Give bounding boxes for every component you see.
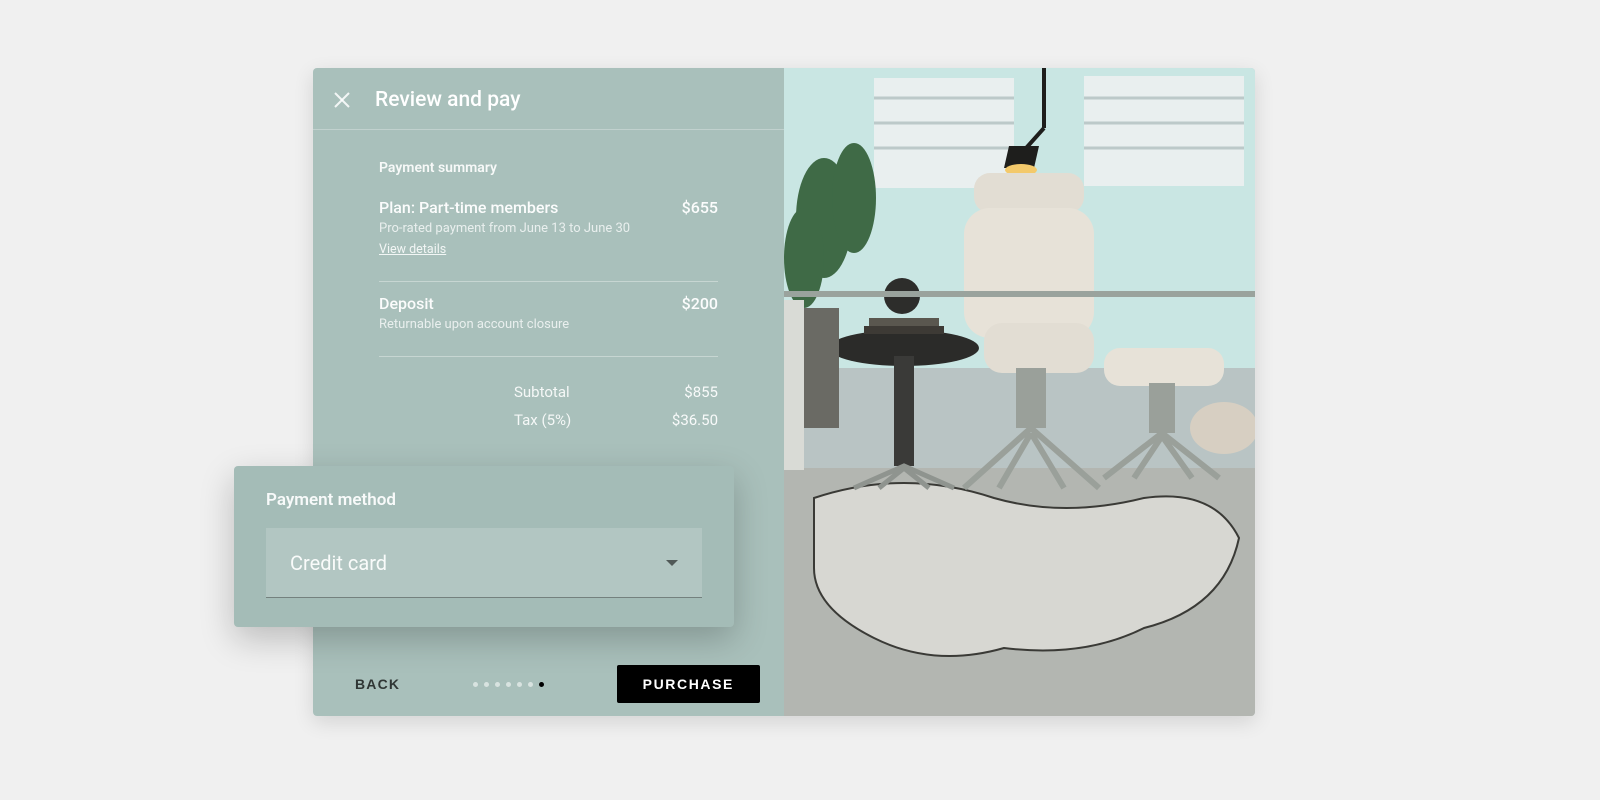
progress-dot-active xyxy=(539,682,544,687)
progress-dot xyxy=(473,682,478,687)
tax-row: Tax (5%) $36.50 xyxy=(379,411,718,429)
progress-dot xyxy=(528,682,533,687)
deposit-amount: $200 xyxy=(682,294,718,313)
plan-sublabel: Pro-rated payment from June 13 to June 3… xyxy=(379,221,718,236)
deposit-label: Deposit xyxy=(379,294,434,313)
payment-method-title: Payment method xyxy=(266,490,702,510)
deposit-sublabel: Returnable upon account closure xyxy=(379,317,718,332)
totals: Subtotal $855 Tax (5%) $36.50 xyxy=(379,369,718,429)
room-scene-image xyxy=(784,68,1255,716)
subtotal-row: Subtotal $855 xyxy=(379,383,718,401)
dialog-title: Review and pay xyxy=(375,88,520,112)
caret-down-icon xyxy=(666,560,678,566)
dialog-footer: BACK PURCHASE xyxy=(313,652,784,716)
divider xyxy=(379,281,718,282)
subtotal-amount: $855 xyxy=(648,383,718,401)
close-icon[interactable] xyxy=(333,91,351,109)
plan-line-item: Plan: Part-time members $655 Pro-rated p… xyxy=(379,198,718,271)
section-label: Payment summary xyxy=(379,160,718,176)
back-button[interactable]: BACK xyxy=(355,676,400,692)
view-details-link[interactable]: View details xyxy=(379,242,446,257)
payment-method-select[interactable]: Credit card xyxy=(266,528,702,598)
payment-method-card: Payment method Credit card xyxy=(234,466,734,627)
progress-dot xyxy=(506,682,511,687)
purchase-button[interactable]: PURCHASE xyxy=(617,665,760,703)
deposit-line-item: Deposit $200 Returnable upon account clo… xyxy=(379,294,718,346)
hero-image xyxy=(784,68,1255,716)
tax-amount: $36.50 xyxy=(648,411,718,429)
progress-dot xyxy=(517,682,522,687)
dialog-header: Review and pay xyxy=(313,68,784,130)
tax-label: Tax (5%) xyxy=(514,411,594,429)
subtotal-label: Subtotal xyxy=(514,383,594,401)
progress-dot xyxy=(495,682,500,687)
plan-amount: $655 xyxy=(682,198,718,217)
plan-label: Plan: Part-time members xyxy=(379,198,558,217)
progress-dots xyxy=(473,682,544,687)
divider xyxy=(379,356,718,357)
payment-method-selected: Credit card xyxy=(290,551,387,575)
progress-dot xyxy=(484,682,489,687)
